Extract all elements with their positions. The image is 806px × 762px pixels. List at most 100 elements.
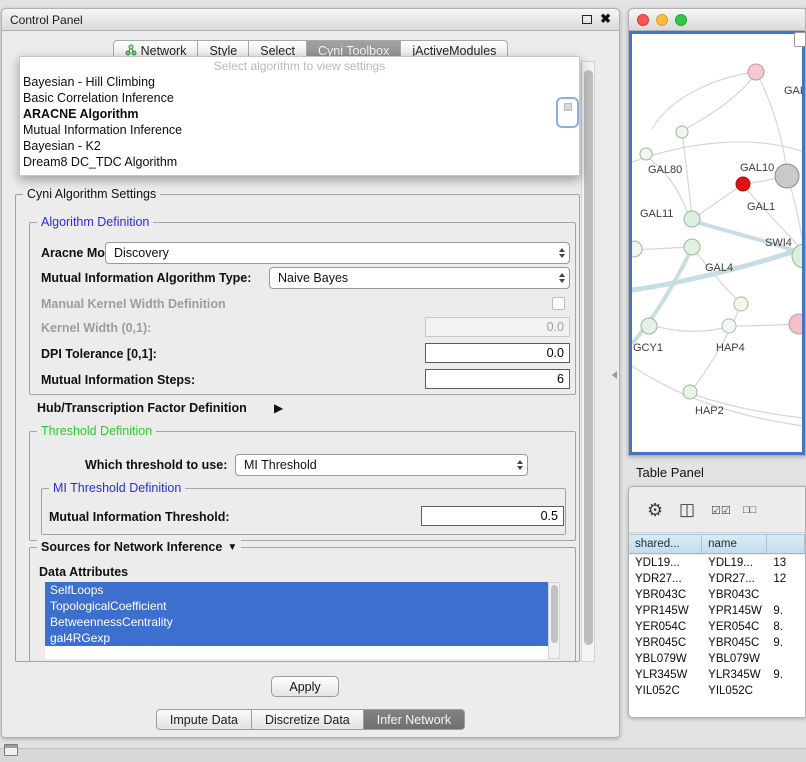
tab-infer-network[interactable]: Infer Network bbox=[364, 709, 465, 730]
cell: 9. bbox=[767, 603, 805, 619]
table-row[interactable]: YBR045C YBR045C 9. bbox=[629, 635, 805, 651]
network-node[interactable] bbox=[775, 164, 799, 188]
table-row[interactable]: YDR27... YDR27... 12 bbox=[629, 571, 805, 587]
mi-threshold-input[interactable] bbox=[421, 506, 564, 526]
table-panel-window: ⚙ ◫ ☑☑ □□ shared... name YDL19... YDL19.… bbox=[628, 486, 806, 718]
restore-icon[interactable] bbox=[582, 15, 592, 24]
network-node[interactable] bbox=[789, 314, 804, 334]
dpi-tolerance-input[interactable] bbox=[425, 343, 570, 363]
kernel-width-input[interactable] bbox=[425, 317, 570, 337]
splitter-collapse-icon[interactable] bbox=[612, 371, 617, 379]
dropdown-item[interactable]: Bayesian - K2 bbox=[20, 138, 579, 154]
cell: YDR27... bbox=[702, 571, 767, 587]
aracne-mode-combo[interactable]: Discovery bbox=[105, 242, 570, 264]
cell: YBL079W bbox=[702, 651, 767, 667]
cell bbox=[767, 683, 805, 699]
dropdown-item-selected[interactable]: ARACNE Algorithm bbox=[20, 106, 579, 122]
attribute-list-scrollbar[interactable] bbox=[548, 582, 560, 659]
network-node[interactable] bbox=[683, 385, 697, 399]
table-row[interactable]: YBR043C YBR043C bbox=[629, 587, 805, 603]
cell: YBR045C bbox=[702, 635, 767, 651]
network-node[interactable] bbox=[734, 297, 748, 311]
close-button[interactable] bbox=[637, 14, 649, 26]
minimized-window-icon[interactable] bbox=[4, 744, 18, 756]
column-header[interactable]: name bbox=[702, 535, 767, 553]
mi-threshold-label: Mutual Information Threshold: bbox=[49, 510, 230, 524]
network-edges bbox=[632, 72, 804, 426]
scrollbar-thumb[interactable] bbox=[584, 70, 593, 645]
attribute-list[interactable]: SelfLoops TopologicalCoefficient Between… bbox=[45, 582, 548, 659]
cell: YDR27... bbox=[629, 571, 702, 587]
table-panel-label: Table Panel bbox=[636, 465, 704, 480]
select-all-icon[interactable]: ☑☑ bbox=[711, 504, 731, 517]
network-node[interactable] bbox=[792, 244, 804, 268]
apply-button-label: Apply bbox=[289, 680, 320, 694]
which-threshold-combo[interactable]: MI Threshold bbox=[235, 454, 528, 476]
cell: YPR145W bbox=[702, 603, 767, 619]
network-window-titlebar[interactable] bbox=[629, 9, 805, 31]
cell: YLR345W bbox=[629, 667, 702, 683]
dropdown-item[interactable]: Dream8 DC_TDC Algorithm bbox=[20, 154, 579, 170]
tab-discretize-data[interactable]: Discretize Data bbox=[252, 709, 364, 730]
cell: YER054C bbox=[702, 619, 767, 635]
network-node[interactable] bbox=[676, 126, 688, 138]
settings-scrollbar[interactable] bbox=[581, 61, 595, 662]
sources-title: Sources for Network Inference bbox=[41, 540, 222, 554]
network-canvas[interactable]: GAL80 GAL8 GAL10 GAL1 GAL11 SWI4 GAL4 GC… bbox=[629, 31, 805, 455]
control-panel-titlebar[interactable]: Control Panel ✖ bbox=[2, 9, 619, 31]
tab-impute-data-label: Impute Data bbox=[170, 713, 238, 727]
network-node[interactable] bbox=[684, 211, 700, 227]
cell: 8. bbox=[767, 619, 805, 635]
table-row[interactable]: YER054C YER054C 8. bbox=[629, 619, 805, 635]
network-node[interactable] bbox=[722, 319, 736, 333]
network-node[interactable] bbox=[640, 148, 652, 160]
network-node[interactable] bbox=[748, 64, 764, 80]
network-node[interactable] bbox=[684, 239, 700, 255]
deselect-all-icon[interactable]: □□ bbox=[743, 504, 756, 516]
mi-steps-input[interactable] bbox=[425, 369, 570, 389]
network-node-selected[interactable] bbox=[736, 177, 750, 191]
network-node[interactable] bbox=[632, 241, 642, 257]
dropdown-item[interactable]: Basic Correlation Inference bbox=[20, 90, 579, 106]
table-row[interactable]: YDL19... YDL19... 13 bbox=[629, 555, 805, 571]
table-row[interactable]: YBL079W YBL079W bbox=[629, 651, 805, 667]
node-label: GAL8 bbox=[784, 85, 804, 97]
minimize-button[interactable] bbox=[656, 14, 668, 26]
node-label: GCY1 bbox=[633, 342, 663, 354]
scrollbar-thumb[interactable] bbox=[551, 585, 558, 643]
collapse-arrow-icon[interactable]: ▼ bbox=[227, 542, 237, 553]
network-node[interactable] bbox=[641, 318, 657, 334]
column-header[interactable]: shared... bbox=[629, 535, 702, 553]
cell: 9. bbox=[767, 635, 805, 651]
manual-kernel-checkbox[interactable] bbox=[552, 297, 565, 310]
mi-type-combo[interactable]: Naive Bayes bbox=[269, 267, 570, 289]
table-row[interactable]: YIL052C YIL052C bbox=[629, 683, 805, 699]
threshold-definition-title: Threshold Definition bbox=[37, 424, 156, 438]
dropdown-prompt: Select algorithm to view settings bbox=[20, 59, 579, 74]
attribute-item-selected[interactable]: TopologicalCoefficient bbox=[45, 598, 548, 614]
close-icon[interactable]: ✖ bbox=[600, 11, 611, 27]
table-row[interactable]: YPR145W YPR145W 9. bbox=[629, 603, 805, 619]
tab-impute-data[interactable]: Impute Data bbox=[156, 709, 252, 730]
column-header[interactable] bbox=[767, 535, 805, 553]
dropdown-item[interactable]: Bayesian - Hill Climbing bbox=[20, 74, 579, 90]
cell: 13 bbox=[767, 555, 805, 571]
attribute-item-selected[interactable]: SelfLoops bbox=[45, 582, 548, 598]
mi-steps-label: Mutual Information Steps: bbox=[41, 373, 195, 387]
columns-icon[interactable]: ◫ bbox=[679, 500, 695, 520]
node-label: GAL10 bbox=[740, 162, 774, 174]
attribute-item-selected[interactable]: BetweennessCentrality bbox=[45, 614, 548, 630]
zoom-button[interactable] bbox=[675, 14, 687, 26]
hub-definition-label: Hub/Transcription Factor Definition bbox=[37, 401, 247, 415]
expand-arrow-icon[interactable]: ▶ bbox=[274, 401, 283, 415]
dropdown-item[interactable]: Mutual Information Inference bbox=[20, 122, 579, 138]
attribute-item-selected[interactable]: gal4RGexp bbox=[45, 630, 548, 646]
gear-icon[interactable]: ⚙ bbox=[647, 500, 663, 521]
table-row[interactable]: YLR345W YLR345W 9. bbox=[629, 667, 805, 683]
which-threshold-label: Which threshold to use: bbox=[85, 458, 227, 472]
table-toolbar: ⚙ ◫ ☑☑ □□ bbox=[629, 487, 805, 533]
apply-button[interactable]: Apply bbox=[271, 676, 339, 697]
algorithm-combo-stepper[interactable] bbox=[556, 97, 579, 128]
birdseye-toggle[interactable] bbox=[794, 32, 806, 47]
node-label: GAL1 bbox=[747, 201, 775, 213]
